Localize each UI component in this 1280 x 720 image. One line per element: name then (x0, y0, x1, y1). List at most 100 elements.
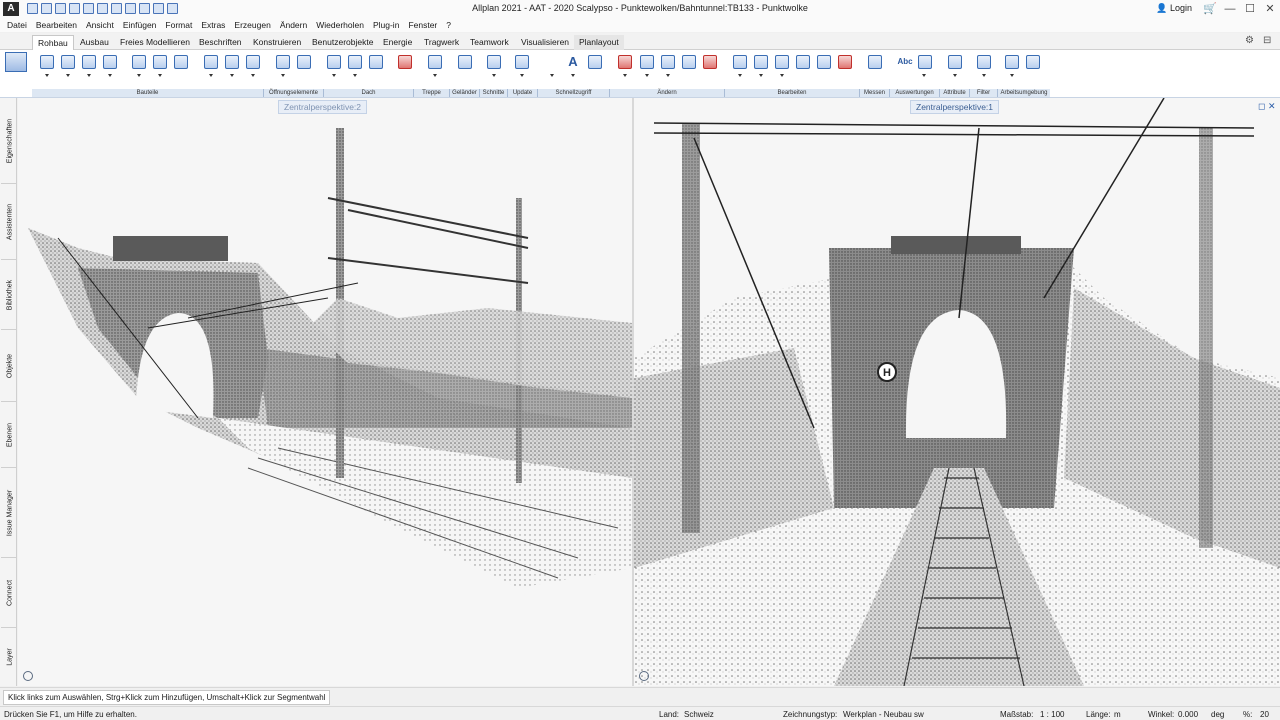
redo-icon[interactable] (111, 3, 122, 14)
status-massstab-value[interactable]: 1 : 100 (1040, 710, 1064, 719)
menu-help[interactable]: ? (443, 20, 457, 30)
tab-planlayout[interactable]: Planlayout (574, 35, 624, 50)
workspace-icon[interactable] (1005, 55, 1019, 69)
status-winkel-value[interactable]: 0.000 (1178, 710, 1198, 719)
open-file-icon[interactable] (41, 3, 52, 14)
tab-ausbau[interactable]: Ausbau (75, 35, 114, 50)
slab-icon[interactable] (61, 55, 75, 69)
status-percent-value[interactable]: 20 (1260, 710, 1269, 719)
tab-energie[interactable]: Energie (378, 35, 417, 50)
door-icon[interactable] (246, 55, 260, 69)
status-winkel-unit[interactable]: deg (1211, 710, 1224, 719)
tab-konstruieren[interactable]: Konstruieren (248, 35, 306, 50)
navigation-compass-icon-right[interactable] (639, 671, 649, 681)
cart-icon[interactable]: 🛒 (1200, 2, 1220, 15)
line-icon[interactable] (545, 55, 559, 69)
sidebar-tab-bibliothek[interactable]: Bibliothek (1, 260, 16, 330)
ribbon-expand-icon[interactable]: ⊟ (1263, 35, 1271, 46)
stair-modeler-icon[interactable] (398, 55, 412, 69)
menu-plugin[interactable]: Plug-in (370, 20, 405, 30)
report-icon[interactable] (918, 55, 932, 69)
split-icon[interactable] (703, 55, 717, 69)
tools-icon[interactable] (167, 3, 178, 14)
roof-plane-icon[interactable] (297, 55, 311, 69)
rotate-icon[interactable] (775, 55, 789, 69)
sidebar-tab-assistenten[interactable]: Assistenten (1, 184, 16, 260)
library-icon[interactable] (5, 52, 27, 72)
eraser-icon[interactable] (618, 55, 632, 69)
layout-icon[interactable] (125, 3, 136, 14)
skylight-icon[interactable] (348, 55, 362, 69)
menu-format[interactable]: Format (162, 20, 198, 30)
close-button[interactable]: ✕ (1260, 2, 1280, 15)
menu-fenster[interactable]: Fenster (405, 20, 443, 30)
move-icon[interactable] (640, 55, 654, 69)
menu-ansicht[interactable]: Ansicht (83, 20, 120, 30)
menu-bearbeiten[interactable]: Bearbeiten (33, 20, 83, 30)
quick-access-icon[interactable] (515, 55, 529, 69)
measure-icon[interactable] (868, 55, 882, 69)
tab-tragwerk[interactable]: Tragwerk (419, 35, 464, 50)
filter-icon[interactable] (977, 55, 991, 69)
window-icon[interactable] (225, 55, 239, 69)
lintel-icon[interactable] (153, 55, 167, 69)
stretch-icon[interactable] (817, 55, 831, 69)
login-link[interactable]: 👤 Login (1156, 3, 1192, 14)
menu-einfuegen[interactable]: Einfügen (120, 20, 163, 30)
tab-benutzerobjekte[interactable]: Benutzerobjekte (307, 35, 378, 50)
settings-icon[interactable] (153, 3, 164, 14)
align-icon[interactable] (754, 55, 768, 69)
sidebar-tab-issue-manager[interactable]: Issue Manager (1, 468, 16, 558)
edit-points-icon[interactable] (661, 55, 675, 69)
tab-freies-modellieren[interactable]: Freies Modellieren (115, 35, 195, 50)
status-zeichnungstyp-value[interactable]: Werkplan - Neubau sw (843, 710, 924, 719)
dormer-icon[interactable] (327, 55, 341, 69)
beam-icon[interactable] (132, 55, 146, 69)
menu-erzeugen[interactable]: Erzeugen (231, 20, 276, 30)
print-preview-icon[interactable] (83, 3, 94, 14)
sidebar-tab-layer[interactable]: Layer (1, 628, 16, 686)
viewport-left[interactable] (18, 98, 632, 686)
roof-covering-icon[interactable] (369, 55, 383, 69)
sidebar-tab-ebenen[interactable]: Ebenen (1, 402, 16, 468)
sidebar-tab-objekte[interactable]: Objekte (1, 330, 16, 402)
viewport-close-button[interactable]: ✕ (1268, 101, 1276, 112)
attribute-icon[interactable] (948, 55, 962, 69)
mirror-icon[interactable] (796, 55, 810, 69)
viewport-maximize-button[interactable]: ◻ (1258, 101, 1265, 112)
menu-datei[interactable]: Datei (4, 20, 33, 30)
navigation-compass-icon-left[interactable] (23, 671, 33, 681)
delete-icon[interactable] (838, 55, 852, 69)
status-laenge-value[interactable]: m (1114, 710, 1121, 719)
wall-icon[interactable] (40, 55, 54, 69)
tab-teamwork[interactable]: Teamwork (465, 35, 514, 50)
copy-icon[interactable] (139, 3, 150, 14)
print-icon[interactable] (69, 3, 80, 14)
column-icon[interactable] (82, 55, 96, 69)
abc-icon[interactable]: Abc (895, 55, 915, 69)
workspace-active-icon[interactable] (1026, 55, 1040, 69)
tab-beschriften[interactable]: Beschriften (194, 35, 247, 50)
section-icon[interactable] (458, 55, 472, 69)
sidebar-tab-eigenschaften[interactable]: Eigenschaften (1, 98, 16, 184)
ribbon-settings-icon[interactable]: ⚙ (1245, 35, 1254, 46)
menu-extras[interactable]: Extras (198, 20, 231, 30)
opening-icon[interactable] (204, 55, 218, 69)
copy-tool-icon[interactable] (733, 55, 747, 69)
undo-icon[interactable] (97, 3, 108, 14)
modify-icon[interactable] (682, 55, 696, 69)
update-icon[interactable] (487, 55, 501, 69)
status-land-value[interactable]: Schweiz (684, 710, 714, 719)
save-icon[interactable] (55, 3, 66, 14)
grid-icon[interactable] (174, 55, 188, 69)
dimension-icon[interactable] (588, 55, 602, 69)
roof-icon[interactable] (276, 55, 290, 69)
menu-aendern[interactable]: Ändern (277, 20, 313, 30)
railing-icon[interactable] (428, 55, 442, 69)
text-icon[interactable]: A (566, 55, 580, 69)
stair-icon[interactable] (103, 55, 117, 69)
tab-visualisieren[interactable]: Visualisieren (516, 35, 574, 50)
tab-rohbau[interactable]: Rohbau (32, 35, 74, 50)
minimize-button[interactable]: — (1220, 3, 1240, 15)
viewport-right[interactable]: H (634, 98, 1280, 686)
